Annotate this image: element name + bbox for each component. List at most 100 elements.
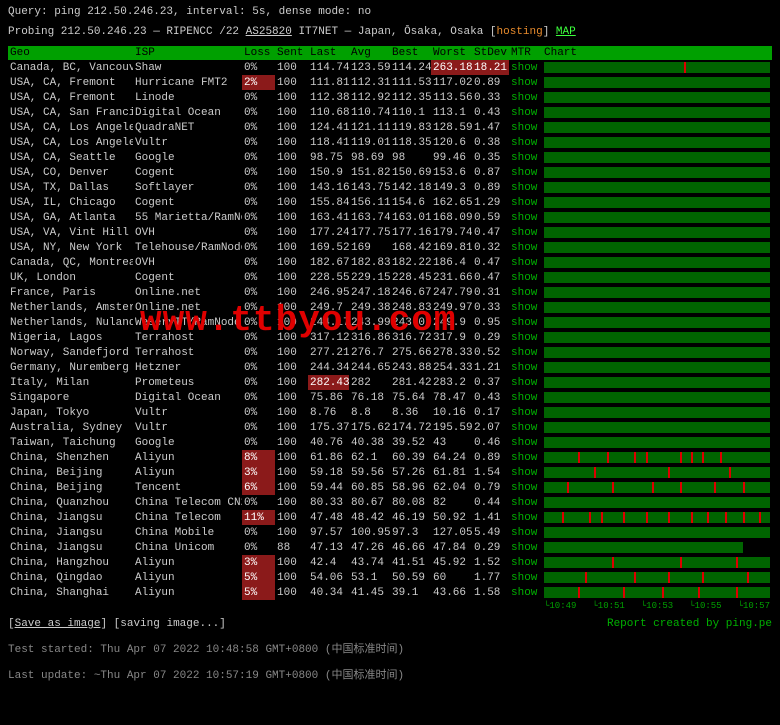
mtr-show-link[interactable]: show xyxy=(509,315,542,330)
mtr-show-link[interactable]: show xyxy=(509,555,542,570)
cell-isp: Aliyun xyxy=(133,555,242,570)
mtr-show-link[interactable]: show xyxy=(509,75,542,90)
cell-stdev: 0.79 xyxy=(472,480,509,495)
cell-avg: 40.38 xyxy=(349,435,390,450)
chart-cell xyxy=(542,315,772,330)
cell-isp: Cogent xyxy=(133,195,242,210)
mtr-show-link[interactable]: show xyxy=(509,225,542,240)
cell-geo: Canada, QC, Montreal xyxy=(8,255,133,270)
cell-avg: 100.95 xyxy=(349,525,390,540)
cell-last: 40.76 xyxy=(308,435,349,450)
cell-worst: 99.46 xyxy=(431,150,472,165)
mtr-show-link[interactable]: show xyxy=(509,300,542,315)
col-isp: ISP xyxy=(133,46,242,60)
last-update: Last update: ~Thu Apr 07 2022 10:57:19 G… xyxy=(8,666,772,682)
cell-isp: Online.net xyxy=(133,300,242,315)
mtr-show-link[interactable]: show xyxy=(509,390,542,405)
cell-geo: China, Qingdao xyxy=(8,570,133,585)
cell-worst: 195.59 xyxy=(431,420,472,435)
mtr-show-link[interactable]: show xyxy=(509,180,542,195)
cell-avg: 316.86 xyxy=(349,330,390,345)
mtr-show-link[interactable]: show xyxy=(509,495,542,510)
mtr-show-link[interactable]: show xyxy=(509,195,542,210)
mtr-show-link[interactable]: show xyxy=(509,345,542,360)
mtr-show-link[interactable]: show xyxy=(509,570,542,585)
cell-loss: 11% xyxy=(242,510,275,525)
cell-geo: USA, IL, Chicago xyxy=(8,195,133,210)
chart-cell xyxy=(542,285,772,300)
cell-worst: 179.74 xyxy=(431,225,472,240)
cell-isp: Terrahost xyxy=(133,330,242,345)
mtr-show-link[interactable]: show xyxy=(509,360,542,375)
table-row: China, JiangsuChina Mobile0%10097.57100.… xyxy=(8,525,772,540)
cell-loss: 0% xyxy=(242,255,275,270)
mtr-show-link[interactable]: show xyxy=(509,480,542,495)
table-row: USA, CO, DenverCogent0%100150.9151.82150… xyxy=(8,165,772,180)
cell-isp: Online.net xyxy=(133,285,242,300)
cell-sent: 100 xyxy=(275,150,308,165)
cell-sent: 100 xyxy=(275,135,308,150)
cell-best: 275.66 xyxy=(390,345,431,360)
cell-avg: 244.65 xyxy=(349,360,390,375)
chart-cell xyxy=(542,450,772,465)
mtr-show-link[interactable]: show xyxy=(509,540,542,555)
cell-isp: Terrahost xyxy=(133,345,242,360)
map-link[interactable]: MAP xyxy=(556,26,576,38)
mtr-show-link[interactable]: show xyxy=(509,255,542,270)
cell-best: 243.07 xyxy=(390,315,431,330)
chart-cell xyxy=(542,240,772,255)
mtr-show-link[interactable]: show xyxy=(509,510,542,525)
cell-loss: 0% xyxy=(242,90,275,105)
cell-last: 177.24 xyxy=(308,225,349,240)
cell-best: 154.6 xyxy=(390,195,431,210)
cell-worst: 162.65 xyxy=(431,195,472,210)
cell-sent: 100 xyxy=(275,450,308,465)
asn-link[interactable]: AS25820 xyxy=(246,26,292,38)
table-row: Taiwan, TaichungGoogle0%10040.7640.3839.… xyxy=(8,435,772,450)
cell-last: 54.06 xyxy=(308,570,349,585)
cell-worst: 78.47 xyxy=(431,390,472,405)
mtr-show-link[interactable]: show xyxy=(509,60,542,75)
cell-stdev: 18.21 xyxy=(472,60,509,75)
table-row: USA, CA, SeattleGoogle0%10098.7598.69989… xyxy=(8,150,772,165)
mtr-show-link[interactable]: show xyxy=(509,375,542,390)
mtr-show-link[interactable]: show xyxy=(509,525,542,540)
mtr-show-link[interactable]: show xyxy=(509,330,542,345)
cell-loss: 3% xyxy=(242,465,275,480)
mtr-show-link[interactable]: show xyxy=(509,150,542,165)
cell-stdev: 0.29 xyxy=(472,330,509,345)
chart-cell xyxy=(542,135,772,150)
mtr-show-link[interactable]: show xyxy=(509,210,542,225)
mtr-show-link[interactable]: show xyxy=(509,585,542,600)
mtr-show-link[interactable]: show xyxy=(509,270,542,285)
mtr-show-link[interactable]: show xyxy=(509,120,542,135)
cell-geo: USA, CA, Seattle xyxy=(8,150,133,165)
mtr-show-link[interactable]: show xyxy=(509,165,542,180)
cell-best: 60.39 xyxy=(390,450,431,465)
chart-cell xyxy=(542,435,772,450)
mtr-show-link[interactable]: show xyxy=(509,420,542,435)
mtr-show-link[interactable]: show xyxy=(509,240,542,255)
mtr-show-link[interactable]: show xyxy=(509,135,542,150)
mtr-show-link[interactable]: show xyxy=(509,285,542,300)
mtr-show-link[interactable]: show xyxy=(509,405,542,420)
cell-loss: 0% xyxy=(242,210,275,225)
cell-sent: 100 xyxy=(275,375,308,390)
mtr-show-link[interactable]: show xyxy=(509,105,542,120)
chart-cell xyxy=(542,555,772,570)
cell-best: 111.53 xyxy=(390,75,431,90)
cell-worst: 249.9 xyxy=(431,315,472,330)
cell-stdev: 0.32 xyxy=(472,240,509,255)
cell-geo: France, Paris xyxy=(8,285,133,300)
cell-worst: 186.4 xyxy=(431,255,472,270)
mtr-show-link[interactable]: show xyxy=(509,90,542,105)
mtr-show-link[interactable]: show xyxy=(509,465,542,480)
cell-geo: USA, CA, Fremont xyxy=(8,90,133,105)
cell-stdev: 0.87 xyxy=(472,165,509,180)
mtr-show-link[interactable]: show xyxy=(509,450,542,465)
mtr-show-link[interactable]: show xyxy=(509,435,542,450)
cell-last: 143.16 xyxy=(308,180,349,195)
cell-best: 168.42 xyxy=(390,240,431,255)
chart-cell xyxy=(542,360,772,375)
save-as-image-link[interactable]: [Save as image] xyxy=(8,618,107,630)
